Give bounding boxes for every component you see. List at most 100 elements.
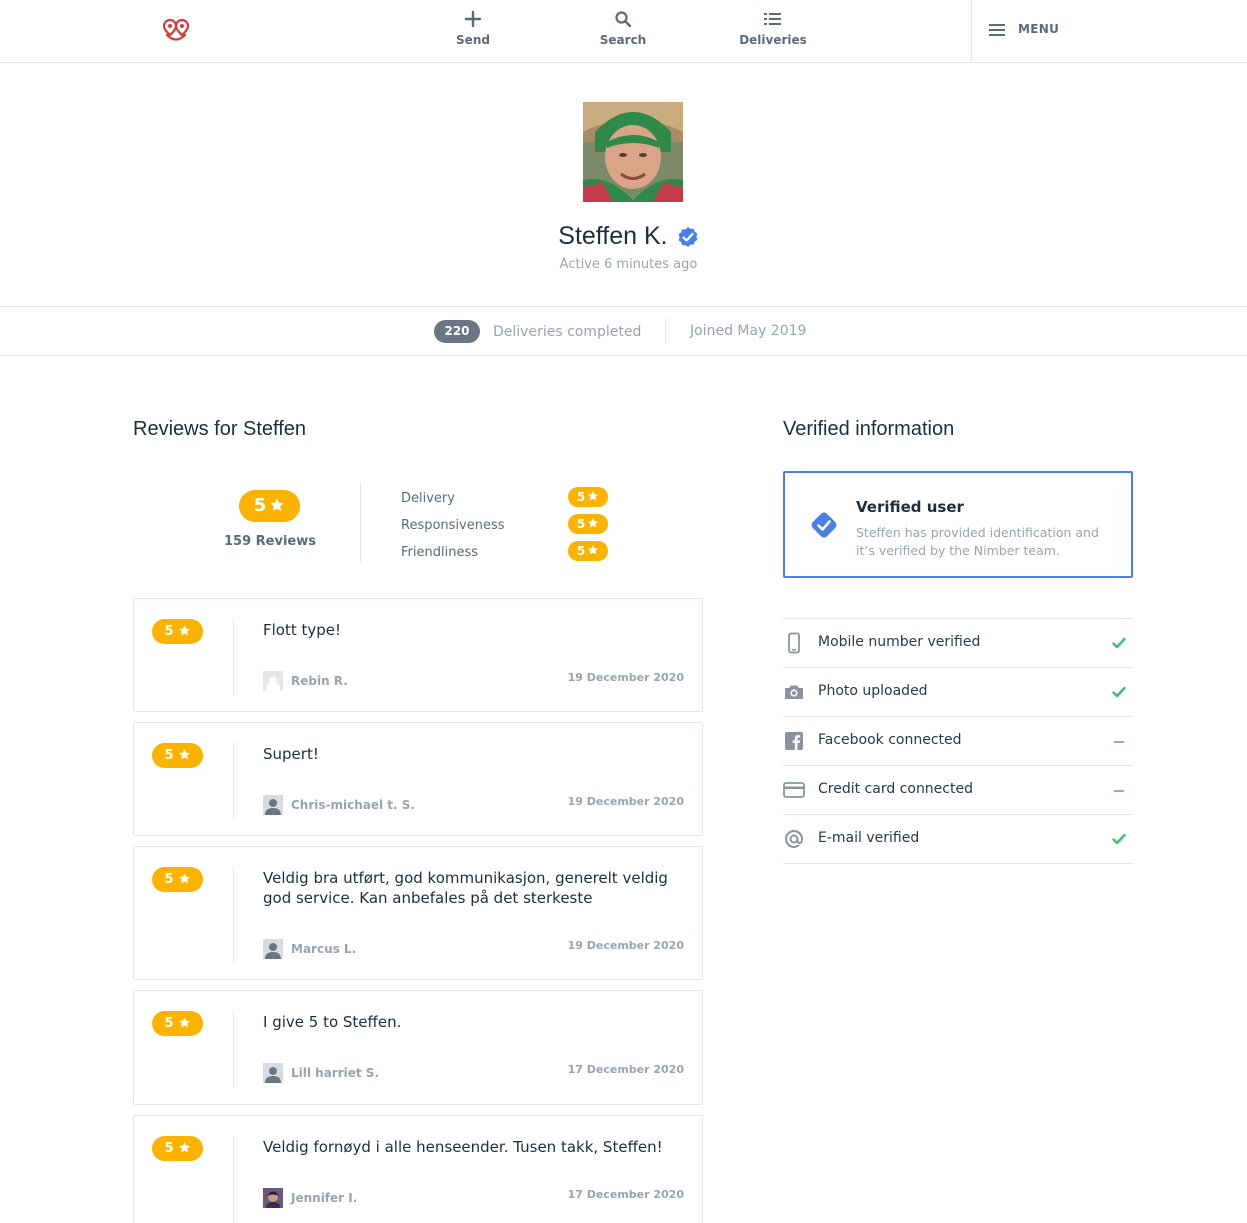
- reviewer-name: Lill harriet S.: [291, 1066, 380, 1080]
- ratings-divider: [360, 482, 361, 563]
- reviewer-avatar: [263, 1063, 283, 1083]
- review-card-divider: [233, 743, 234, 819]
- review-card-divider: [233, 867, 234, 963]
- review-rating-badge: 5: [152, 619, 203, 644]
- reviewer-name: Chris-michael t. S.: [291, 798, 415, 812]
- verification-item-photo: Photo uploaded: [783, 668, 1133, 717]
- dash-icon: [1111, 782, 1127, 798]
- review-card-divider: [233, 619, 234, 695]
- overall-rating-value: 5: [253, 495, 267, 516]
- star-icon: [587, 515, 599, 528]
- review-text: Flott type!: [263, 621, 342, 639]
- checkmark-icon: [1111, 684, 1127, 700]
- star-icon: [178, 869, 191, 884]
- verification-item-mobile: Mobile number verified: [783, 619, 1133, 668]
- nav-search[interactable]: Search: [563, 10, 683, 47]
- nimber-logo-icon[interactable]: [162, 18, 192, 42]
- category-rating-value: 5: [576, 544, 586, 558]
- reviewer-avatar: [263, 795, 283, 815]
- review-date: 19 December 2020: [567, 939, 684, 952]
- reviewer-name: Rebin R.: [291, 674, 348, 688]
- category-rating-badge: 5: [568, 487, 608, 507]
- verified-user-title: Verified user: [856, 498, 964, 516]
- review-rating-badge: 5: [152, 1011, 203, 1036]
- star-icon: [178, 1013, 191, 1028]
- review-rating-value: 5: [164, 872, 174, 887]
- verification-label: E-mail verified: [818, 830, 920, 846]
- review-card: 5 I give 5 to Steffen. Lill harriet S. 1…: [133, 990, 703, 1105]
- menu-button[interactable]: MENU: [971, 0, 1247, 62]
- reviewer-avatar: [263, 939, 283, 959]
- reviewer-avatar: [263, 1188, 283, 1208]
- category-label: Responsiveness: [401, 518, 505, 533]
- review-card: 5 Veldig bra utført, god kommunikasjon, …: [133, 846, 703, 980]
- category-rating-friendliness: Friendliness 5: [401, 541, 611, 563]
- review-rating-value: 5: [164, 624, 174, 639]
- reviewer-avatar: [263, 671, 283, 691]
- review-text: Supert!: [263, 745, 319, 763]
- reviewer-name: Marcus L.: [291, 942, 357, 956]
- review-rating-value: 5: [164, 1141, 174, 1156]
- camera-icon: [783, 681, 805, 703]
- checkmark-icon: [1111, 831, 1127, 847]
- reviews-section-title: Reviews for Steffen: [133, 418, 307, 440]
- review-rating-badge: 5: [152, 867, 203, 892]
- stats-divider: [665, 319, 666, 344]
- profile-active-status: Active 6 minutes ago: [559, 257, 698, 272]
- verification-label: Facebook connected: [818, 732, 962, 748]
- star-icon: [587, 542, 599, 555]
- review-rating-badge: 5: [152, 1136, 203, 1161]
- category-rating-value: 5: [576, 490, 586, 504]
- category-label: Friendliness: [401, 545, 478, 560]
- verification-item-email: E-mail verified: [783, 815, 1133, 864]
- at-sign-icon: [783, 828, 805, 850]
- review-count: 159 Reviews: [224, 534, 316, 549]
- verification-item-credit-card: Credit card connected: [783, 766, 1133, 815]
- category-rating-badge: 5: [568, 541, 608, 561]
- review-text: Veldig fornøyd i alle henseender. Tusen …: [263, 1138, 663, 1156]
- review-rating-badge: 5: [152, 743, 203, 768]
- reviewer-name: Jennifer I.: [291, 1191, 358, 1205]
- star-icon: [178, 621, 191, 636]
- verified-badge-icon: [809, 510, 839, 540]
- verification-label: Mobile number verified: [818, 634, 981, 650]
- review-date: 19 December 2020: [567, 795, 684, 808]
- category-rating-badge: 5: [568, 514, 608, 534]
- profile-avatar: [583, 102, 683, 202]
- checkmark-icon: [1111, 635, 1127, 651]
- verified-section-title: Verified information: [783, 418, 955, 440]
- nav-send-label: Send: [456, 33, 490, 47]
- deliveries-completed-label: Deliveries completed: [493, 324, 642, 340]
- verified-user-box: Verified user Steffen has provided ident…: [783, 471, 1133, 578]
- category-rating-value: 5: [576, 517, 586, 531]
- overall-rating-badge: 5: [239, 490, 300, 522]
- review-card: 5 Supert! Chris-michael t. S. 19 Decembe…: [133, 722, 703, 836]
- review-card: 5 Flott type! Rebin R. 19 December 2020: [133, 598, 703, 712]
- category-label: Delivery: [401, 491, 455, 506]
- category-rating-responsiveness: Responsiveness 5: [401, 514, 611, 536]
- review-text: Veldig bra utført, god kommunikasjon, ge…: [263, 869, 668, 907]
- hamburger-icon: [989, 22, 1005, 36]
- review-date: 17 December 2020: [567, 1188, 684, 1201]
- profile-stats-bar: 220 Deliveries completed Joined May 2019: [0, 306, 1247, 356]
- facebook-icon: [783, 730, 805, 752]
- review-date: 17 December 2020: [567, 1063, 684, 1076]
- nav-deliveries[interactable]: Deliveries: [713, 10, 833, 47]
- review-rating-value: 5: [164, 748, 174, 763]
- search-icon: [563, 10, 683, 32]
- review-text: I give 5 to Steffen.: [263, 1013, 402, 1031]
- joined-date: Joined May 2019: [690, 323, 807, 339]
- verified-user-description: Steffen has provided identification and …: [856, 525, 1099, 558]
- top-navigation-bar: Send Search Deliveries MENU: [0, 0, 1247, 63]
- category-rating-delivery: Delivery 5: [401, 487, 611, 509]
- verified-badge-icon: [677, 226, 699, 248]
- verification-list: Mobile number verified Photo uploaded Fa…: [783, 618, 1133, 864]
- review-date: 19 December 2020: [567, 671, 684, 684]
- star-icon: [269, 492, 285, 512]
- profile-name-row: Steffen K.: [0, 222, 1247, 251]
- phone-icon: [783, 632, 805, 654]
- review-rating-value: 5: [164, 1016, 174, 1031]
- list-icon: [713, 10, 833, 32]
- nav-send[interactable]: Send: [413, 10, 533, 47]
- verification-item-facebook: Facebook connected: [783, 717, 1133, 766]
